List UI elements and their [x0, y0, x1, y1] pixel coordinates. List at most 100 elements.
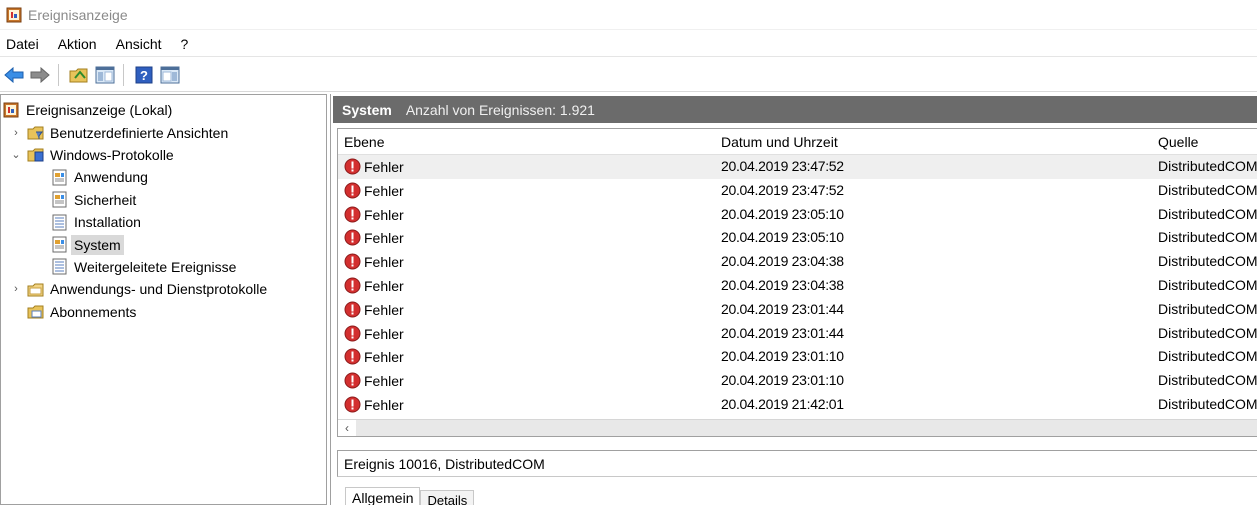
table-row[interactable]: Fehler 20.04.2019 23:47:52 DistributedCOM	[338, 155, 1257, 179]
error-icon	[344, 372, 361, 389]
back-arrow-icon	[4, 66, 24, 83]
cell-level: Fehler	[344, 206, 404, 223]
table-row[interactable]: Fehler 20.04.2019 23:47:52 DistributedCOM	[338, 179, 1257, 203]
tree-item-label: Abonnements	[50, 303, 137, 320]
show-hide-action-pane-icon	[160, 66, 180, 83]
cell-level: Fehler	[344, 348, 404, 365]
tree-item-anwendung[interactable]: Anwendung	[1, 166, 326, 188]
table-row[interactable]: Fehler 20.04.2019 23:04:38 DistributedCOM	[338, 274, 1257, 298]
tree-item-benutzerdefinierte-ansichten[interactable]: › Benutzerdefinierte Ansichten	[1, 121, 326, 143]
cell-source: DistributedCOM	[1158, 324, 1257, 341]
cell-datetime: 20.04.2019 23:47:52	[721, 181, 844, 198]
cell-level: Fehler	[344, 396, 404, 413]
table-row[interactable]: Fehler 20.04.2019 23:01:10 DistributedCOM	[338, 345, 1257, 369]
tree-item-label: Benutzerdefinierte Ansichten	[50, 124, 229, 141]
up-folder-icon	[69, 68, 88, 82]
table-row[interactable]: Fehler 20.04.2019 23:05:10 DistributedCOM	[338, 203, 1257, 227]
cell-level: Fehler	[344, 158, 404, 175]
cell-level: Fehler	[344, 229, 404, 246]
cell-level: Fehler	[344, 277, 404, 294]
tab-details[interactable]: Details	[420, 490, 475, 505]
cell-source: DistributedCOM	[1158, 300, 1257, 317]
error-icon	[344, 301, 361, 318]
tree-item-system[interactable]: System	[1, 233, 326, 255]
tree-item-abonnements[interactable]: Abonnements	[1, 301, 326, 323]
column-header-datum[interactable]: Datum und Uhrzeit	[721, 134, 838, 150]
forward-arrow-icon	[30, 66, 50, 83]
folder-icon	[27, 283, 44, 297]
cell-level: Fehler	[344, 301, 404, 318]
toolbar-separator	[123, 63, 124, 86]
cell-datetime: 20.04.2019 23:01:10	[721, 348, 844, 365]
panel-event-count: Anzahl von Ereignissen: 1.921	[405, 101, 595, 118]
help-button[interactable]: ?	[132, 63, 156, 87]
table-row[interactable]: Fehler 20.04.2019 23:04:38 DistributedCOM	[338, 250, 1257, 274]
tree-item-label: Windows-Protokolle	[50, 146, 174, 163]
menu-ansicht[interactable]: Ansicht	[110, 36, 168, 52]
tree-item-installation[interactable]: Installation	[1, 211, 326, 233]
toolbar-separator	[58, 63, 59, 86]
cell-datetime: 20.04.2019 23:01:44	[721, 300, 844, 317]
level-text: Fehler	[364, 349, 404, 366]
table-row[interactable]: Fehler 20.04.2019 23:01:10 DistributedCOM	[338, 369, 1257, 393]
cell-source: DistributedCOM	[1158, 253, 1257, 270]
menu-aktion[interactable]: Aktion	[52, 36, 103, 52]
cell-source: DistributedCOM	[1158, 181, 1257, 198]
error-icon	[344, 158, 361, 175]
log-icon	[52, 169, 67, 186]
event-detail-title: Ereignis 10016, DistributedCOM	[344, 455, 545, 472]
level-text: Fehler	[364, 206, 404, 223]
cell-datetime: 20.04.2019 21:42:01	[721, 396, 844, 412]
event-viewer-icon	[6, 7, 22, 22]
tree-item-anwendungs-und-dienstprotokolle[interactable]: › Anwendungs- und Dienstprotokolle	[1, 278, 326, 300]
cell-source: DistributedCOM	[1158, 205, 1257, 222]
tree-item-label: Installation	[74, 214, 141, 231]
tree-item-label: Anwendungs- und Dienstprotokolle	[50, 281, 268, 298]
chevron-down-icon[interactable]: ⌄	[9, 148, 23, 161]
error-icon	[344, 229, 361, 246]
show-hide-action-pane-button[interactable]	[158, 63, 182, 87]
tree-item-sicherheit[interactable]: Sicherheit	[1, 189, 326, 211]
title-bar: Ereignisanzeige	[0, 0, 1257, 30]
log-plain-icon	[52, 214, 67, 231]
table-row[interactable]: Fehler 20.04.2019 23:05:10 DistributedCOM	[338, 226, 1257, 250]
show-hide-console-tree-button[interactable]	[93, 63, 117, 87]
cell-datetime: 20.04.2019 23:05:10	[721, 205, 844, 222]
scroll-left-icon[interactable]: ‹	[338, 420, 356, 436]
level-text: Fehler	[364, 301, 404, 318]
cell-datetime: 20.04.2019 23:04:38	[721, 277, 844, 293]
tree-item-weitergeleitete-ereignisse[interactable]: Weitergeleitete Ereignisse	[1, 256, 326, 278]
menu-datei[interactable]: Datei	[6, 36, 45, 52]
menu-help[interactable]: ?	[175, 36, 195, 52]
up-folder-button[interactable]	[67, 63, 91, 87]
level-text: Fehler	[364, 230, 404, 247]
table-row[interactable]: Fehler 20.04.2019 23:01:44 DistributedCOM	[338, 298, 1257, 322]
error-icon	[344, 277, 361, 294]
tree-item-ereignisanzeige-lokal[interactable]: Ereignisanzeige (Lokal)	[1, 99, 326, 121]
cell-source: DistributedCOM	[1158, 348, 1257, 365]
panel-header: System Anzahl von Ereignissen: 1.921	[333, 96, 1257, 123]
error-icon	[344, 325, 361, 342]
forward-button[interactable]	[28, 63, 52, 87]
tree-item-windows-protokolle[interactable]: ⌄ Windows-Protokolle	[1, 144, 326, 166]
folder-filter-icon	[27, 126, 44, 140]
table-row[interactable]: Fehler 20.04.2019 21:42:01 DistributedCOM	[338, 393, 1257, 417]
panel-log-name: System	[342, 101, 392, 118]
cell-level: Fehler	[344, 182, 404, 199]
column-header-ebene[interactable]: Ebene	[344, 134, 384, 150]
back-button[interactable]	[2, 63, 26, 87]
cell-level: Fehler	[344, 253, 404, 270]
toolbar: ?	[0, 58, 1257, 92]
help-icon: ?	[135, 66, 153, 83]
chevron-right-icon[interactable]: ›	[9, 283, 23, 295]
horizontal-scrollbar[interactable]: ‹	[338, 419, 1257, 436]
column-header-quelle[interactable]: Quelle	[1158, 134, 1198, 150]
main-pane: System Anzahl von Ereignissen: 1.921 Ebe…	[330, 94, 1257, 505]
chevron-right-icon[interactable]: ›	[9, 127, 23, 139]
tab-allgemein[interactable]: Allgemein	[345, 487, 421, 505]
cell-level: Fehler	[344, 372, 404, 389]
error-icon	[344, 182, 361, 199]
tree-item-label: System	[71, 234, 124, 255]
cell-source: DistributedCOM	[1158, 158, 1257, 174]
table-row[interactable]: Fehler 20.04.2019 23:01:44 DistributedCOM	[338, 322, 1257, 346]
